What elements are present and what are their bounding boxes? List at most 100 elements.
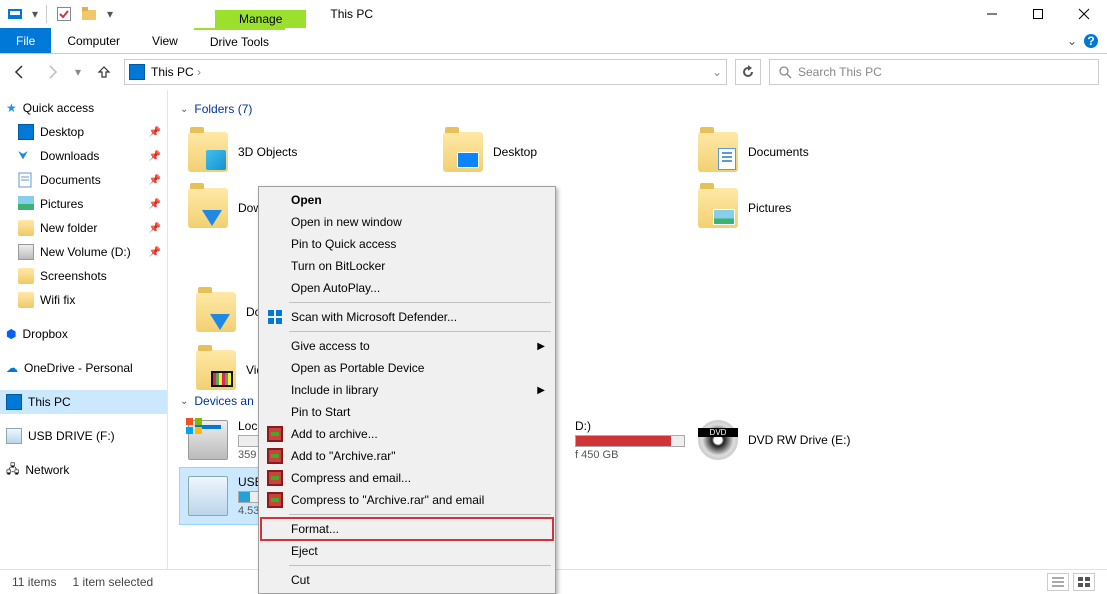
- tab-computer[interactable]: Computer: [51, 28, 136, 53]
- sidebar-item-new-folder[interactable]: New folder📌: [0, 216, 167, 240]
- navigation-bar: ▾ This PC › ⌄ Search This PC: [0, 54, 1107, 90]
- tab-drive-tools[interactable]: Drive Tools: [194, 28, 285, 53]
- ribbon-context-label: Manage: [215, 10, 306, 28]
- search-input[interactable]: Search This PC: [769, 59, 1099, 85]
- folder-3d-objects[interactable]: 3D Objects: [180, 124, 435, 180]
- sidebar-item-documents[interactable]: Documents📌: [0, 168, 167, 192]
- folder-desktop[interactable]: Desktop: [435, 124, 690, 180]
- address-dropdown-icon[interactable]: ⌄: [712, 65, 722, 79]
- pin-icon: 📌: [149, 199, 161, 210]
- pin-icon: 📌: [149, 247, 161, 258]
- maximize-button[interactable]: [1015, 0, 1061, 28]
- pin-icon: 📌: [149, 223, 161, 234]
- onedrive-icon: ☁: [6, 361, 18, 375]
- pin-icon: 📌: [149, 127, 161, 138]
- context-menu: Open Open in new window Pin to Quick acc…: [258, 186, 556, 594]
- menu-portable-device[interactable]: Open as Portable Device: [261, 357, 553, 379]
- usb-icon: [6, 428, 22, 444]
- sidebar-dropbox[interactable]: ⬢Dropbox: [0, 322, 167, 346]
- documents-icon: [18, 172, 34, 188]
- star-icon: ★: [6, 101, 17, 115]
- sidebar-onedrive[interactable]: ☁OneDrive - Personal: [0, 356, 167, 380]
- breadcrumb[interactable]: This PC ›: [151, 65, 201, 79]
- downloads-icon: ⮟: [18, 148, 34, 164]
- ribbon-tabs: File Computer View Drive Tools ⌄ ?: [0, 28, 1107, 54]
- ribbon-collapse-icon[interactable]: ⌄: [1067, 34, 1077, 48]
- rar-icon: [267, 470, 283, 486]
- desktop-icon: [18, 124, 34, 140]
- pin-icon: 📌: [149, 175, 161, 186]
- status-selection: 1 item selected: [72, 575, 153, 589]
- sidebar-item-desktop[interactable]: Desktop📌: [0, 120, 167, 144]
- up-button[interactable]: [92, 60, 116, 84]
- forward-button[interactable]: [40, 60, 64, 84]
- sidebar-item-downloads[interactable]: ⮟Downloads📌: [0, 144, 167, 168]
- menu-compress-email[interactable]: Compress and email...: [261, 467, 553, 489]
- submenu-arrow-icon: ▶: [537, 341, 545, 352]
- menu-open[interactable]: Open: [261, 189, 553, 211]
- rar-icon: [267, 492, 283, 508]
- pin-icon: 📌: [149, 151, 161, 162]
- folder-documents[interactable]: Documents: [690, 124, 945, 180]
- sidebar-quick-access[interactable]: ★ Quick access: [0, 96, 167, 120]
- pc-icon: [6, 394, 22, 410]
- recent-locations-icon[interactable]: ▾: [72, 60, 84, 84]
- view-details-button[interactable]: [1047, 573, 1069, 591]
- menu-eject[interactable]: Eject: [261, 540, 553, 562]
- sidebar-item-new-volume[interactable]: New Volume (D:)📌: [0, 240, 167, 264]
- sidebar-item-pictures[interactable]: Pictures📌: [0, 192, 167, 216]
- menu-cut[interactable]: Cut: [261, 569, 553, 591]
- folder-icon: [18, 292, 34, 308]
- rar-icon: [267, 448, 283, 464]
- chevron-down-icon: ⌄: [180, 104, 188, 115]
- network-icon: 🖧: [6, 460, 19, 481]
- folder-icon: [18, 220, 34, 236]
- menu-include-library[interactable]: Include in library▶: [261, 379, 553, 401]
- menu-give-access[interactable]: Give access to▶: [261, 335, 553, 357]
- location-icon: [129, 64, 145, 80]
- view-large-icons-button[interactable]: [1073, 573, 1095, 591]
- close-button[interactable]: [1061, 0, 1107, 28]
- status-item-count: 11 items: [12, 575, 56, 589]
- section-drives[interactable]: ⌄ Devices an: [180, 394, 270, 408]
- defender-icon: [267, 309, 283, 325]
- minimize-button[interactable]: [969, 0, 1015, 28]
- checkbox-icon[interactable]: [53, 3, 75, 25]
- new-folder-icon[interactable]: [79, 3, 101, 25]
- tab-file[interactable]: File: [0, 28, 51, 53]
- window-title: This PC: [330, 7, 373, 21]
- svg-text:?: ?: [1087, 34, 1094, 48]
- sidebar-network[interactable]: 🖧Network: [0, 458, 167, 482]
- quick-access-toolbar: ▾ ▾: [0, 0, 119, 28]
- sidebar-item-wifi-fix[interactable]: Wifi fix: [0, 288, 167, 312]
- rar-icon: [267, 426, 283, 442]
- menu-pin-quick-access[interactable]: Pin to Quick access: [261, 233, 553, 255]
- menu-format[interactable]: Format...: [261, 518, 553, 540]
- back-button[interactable]: [8, 60, 32, 84]
- refresh-button[interactable]: [735, 59, 761, 85]
- menu-add-archive[interactable]: Add to archive...: [261, 423, 553, 445]
- sidebar-item-screenshots[interactable]: Screenshots: [0, 264, 167, 288]
- help-icon[interactable]: ?: [1083, 33, 1099, 49]
- menu-compress-archive-email[interactable]: Compress to "Archive.rar" and email: [261, 489, 553, 511]
- menu-pin-start[interactable]: Pin to Start: [261, 401, 553, 423]
- submenu-arrow-icon: ▶: [537, 385, 545, 396]
- qat-customize-icon[interactable]: ▾: [105, 3, 115, 25]
- menu-autoplay[interactable]: Open AutoPlay...: [261, 277, 553, 299]
- tab-view[interactable]: View: [136, 28, 194, 53]
- sidebar-usb-drive[interactable]: USB DRIVE (F:): [0, 424, 167, 448]
- address-bar[interactable]: This PC › ⌄: [124, 59, 727, 85]
- qat-dropdown-icon[interactable]: ▾: [30, 3, 40, 25]
- menu-bitlocker[interactable]: Turn on BitLocker: [261, 255, 553, 277]
- menu-add-archive-rar[interactable]: Add to "Archive.rar": [261, 445, 553, 467]
- menu-open-new-window[interactable]: Open in new window: [261, 211, 553, 233]
- properties-icon[interactable]: [4, 3, 26, 25]
- folder-pictures[interactable]: Pictures: [690, 180, 945, 236]
- title-bar: ▾ ▾ Manage This PC: [0, 0, 1107, 28]
- dropbox-icon: ⬢: [6, 327, 16, 341]
- pictures-icon: [18, 196, 34, 212]
- sidebar-this-pc[interactable]: This PC: [0, 390, 167, 414]
- menu-defender[interactable]: Scan with Microsoft Defender...: [261, 306, 553, 328]
- section-folders[interactable]: ⌄ Folders (7): [180, 102, 1095, 116]
- drive-dvd-e[interactable]: DVD RW Drive (E:): [690, 412, 945, 468]
